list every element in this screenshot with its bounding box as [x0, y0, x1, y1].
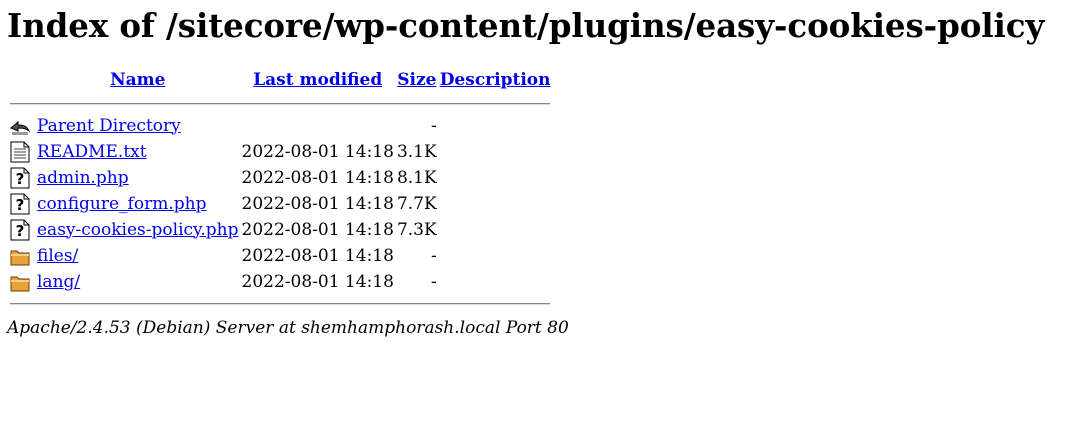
description-cell [440, 243, 551, 268]
folder-link-lang[interactable]: lang/ [37, 272, 80, 292]
table-row: ? easy-cookies-policy.php 2022-08-01 14:… [10, 217, 550, 242]
size-cell: 3.1K [396, 141, 437, 162]
unknown-file-icon: ? [10, 193, 30, 215]
unknown-file-icon: ? [10, 167, 30, 189]
size-cell: 8.1K [396, 167, 437, 188]
header-divider [10, 95, 551, 112]
header-row: Name Last modified Size Description [10, 66, 550, 94]
directory-listing-table: Name Last modified Size Description Pare… [7, 65, 553, 313]
description-column-header[interactable]: Description [440, 66, 551, 94]
table-row: README.txt 2022-08-01 14:18 3.1K [10, 139, 550, 164]
description-cell [440, 113, 551, 138]
size-column-header[interactable]: Size [397, 66, 437, 94]
svg-text:?: ? [16, 196, 25, 214]
divider [10, 102, 551, 105]
table-row: Parent Directory - [10, 113, 550, 138]
modified-cell: 2022-08-01 14:18 [241, 271, 394, 292]
description-cell [440, 191, 551, 216]
modified-cell: 2022-08-01 14:18 [241, 245, 394, 266]
size-cell: 7.7K [396, 193, 437, 214]
footer-divider [10, 295, 551, 312]
icon-header [10, 66, 34, 94]
size-cell: - [430, 271, 437, 292]
sort-by-last-modified-link[interactable]: Last modified [253, 70, 382, 90]
folder-link-files[interactable]: files/ [37, 246, 78, 266]
folder-icon [10, 271, 30, 293]
name-column-header[interactable]: Name [37, 66, 239, 94]
table-row: files/ 2022-08-01 14:18 - [10, 243, 550, 268]
back-icon [10, 115, 31, 137]
modified-cell [242, 113, 394, 138]
unknown-file-icon: ? [10, 219, 30, 241]
size-cell: 7.3K [396, 219, 437, 240]
table-row: ? admin.php 2022-08-01 14:18 8.1K [10, 165, 550, 190]
page-title: Index of /sitecore/wp-content/plugins/ea… [7, 6, 1045, 45]
file-link-configure-form-php[interactable]: configure_form.php [37, 194, 206, 214]
text-file-icon [10, 141, 30, 163]
file-link-easy-cookies-policy-php[interactable]: easy-cookies-policy.php [37, 220, 239, 240]
description-cell [440, 217, 551, 242]
size-cell: - [430, 115, 437, 136]
size-cell: - [430, 245, 437, 266]
modified-cell: 2022-08-01 14:18 [241, 193, 394, 214]
description-cell [440, 139, 551, 164]
table-row: ? configure_form.php 2022-08-01 14:18 7.… [10, 191, 550, 216]
sort-by-name-link[interactable]: Name [110, 70, 165, 90]
svg-text:?: ? [16, 222, 25, 240]
description-cell [440, 165, 551, 190]
modified-cell: 2022-08-01 14:18 [241, 167, 394, 188]
sort-by-size-link[interactable]: Size [397, 70, 436, 90]
table-row: lang/ 2022-08-01 14:18 - [10, 269, 550, 294]
file-link-readme[interactable]: README.txt [37, 142, 147, 162]
modified-cell: 2022-08-01 14:18 [241, 141, 394, 162]
last-modified-column-header[interactable]: Last modified [242, 66, 394, 94]
description-cell [440, 269, 551, 294]
sort-by-description-link[interactable]: Description [440, 70, 551, 90]
server-signature: Apache/2.4.53 (Debian) Server at shemham… [7, 318, 569, 338]
divider [10, 302, 551, 305]
parent-directory-link[interactable]: Parent Directory [37, 116, 181, 136]
modified-cell: 2022-08-01 14:18 [241, 219, 394, 240]
file-link-admin-php[interactable]: admin.php [37, 168, 129, 188]
svg-text:?: ? [16, 170, 25, 188]
folder-icon [10, 245, 30, 267]
